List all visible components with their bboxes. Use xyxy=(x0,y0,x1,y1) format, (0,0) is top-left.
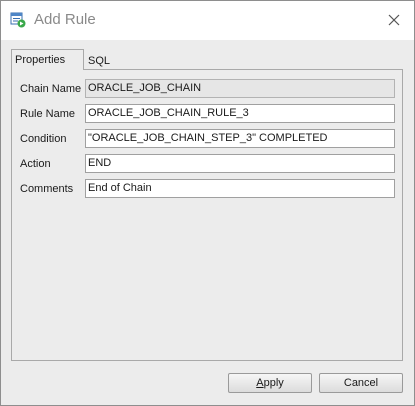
rule-add-icon xyxy=(10,12,26,28)
rule-name-field[interactable]: ORACLE_JOB_CHAIN_RULE_3 xyxy=(85,104,395,123)
chain-name-label: Chain Name xyxy=(20,83,82,95)
tab-strip: Properties SQL xyxy=(11,49,401,70)
tab-properties-label: Properties xyxy=(15,54,66,66)
comments-row: Comments End of Chain xyxy=(12,179,404,199)
rule-name-row: Rule Name ORACLE_JOB_CHAIN_RULE_3 xyxy=(12,104,404,124)
action-label: Action xyxy=(20,158,51,170)
add-rule-dialog: Add Rule Properties SQL Chain Name ORACL… xyxy=(0,0,415,406)
tab-properties[interactable]: Properties xyxy=(11,49,84,70)
chain-name-field: ORACLE_JOB_CHAIN xyxy=(85,79,395,98)
rule-name-label: Rule Name xyxy=(20,108,76,120)
condition-label: Condition xyxy=(20,133,67,145)
tab-sql-label: SQL xyxy=(88,55,111,67)
cancel-button[interactable]: Cancel xyxy=(319,373,403,393)
dialog-title: Add Rule xyxy=(34,11,96,28)
condition-row: Condition "ORACLE_JOB_CHAIN_STEP_3" COMP… xyxy=(12,129,404,149)
condition-field[interactable]: "ORACLE_JOB_CHAIN_STEP_3" COMPLETED xyxy=(85,129,395,148)
close-icon[interactable] xyxy=(384,10,404,30)
action-field[interactable]: END xyxy=(85,154,395,173)
action-row: Action END xyxy=(12,154,404,174)
chain-name-row: Chain Name ORACLE_JOB_CHAIN xyxy=(12,79,404,99)
comments-label: Comments xyxy=(20,183,74,195)
title-bar[interactable]: Add Rule xyxy=(1,1,414,40)
comments-field[interactable]: End of Chain xyxy=(85,179,395,198)
apply-button[interactable]: Apply xyxy=(228,373,312,393)
properties-panel: Chain Name ORACLE_JOB_CHAIN Rule Name OR… xyxy=(11,69,403,361)
